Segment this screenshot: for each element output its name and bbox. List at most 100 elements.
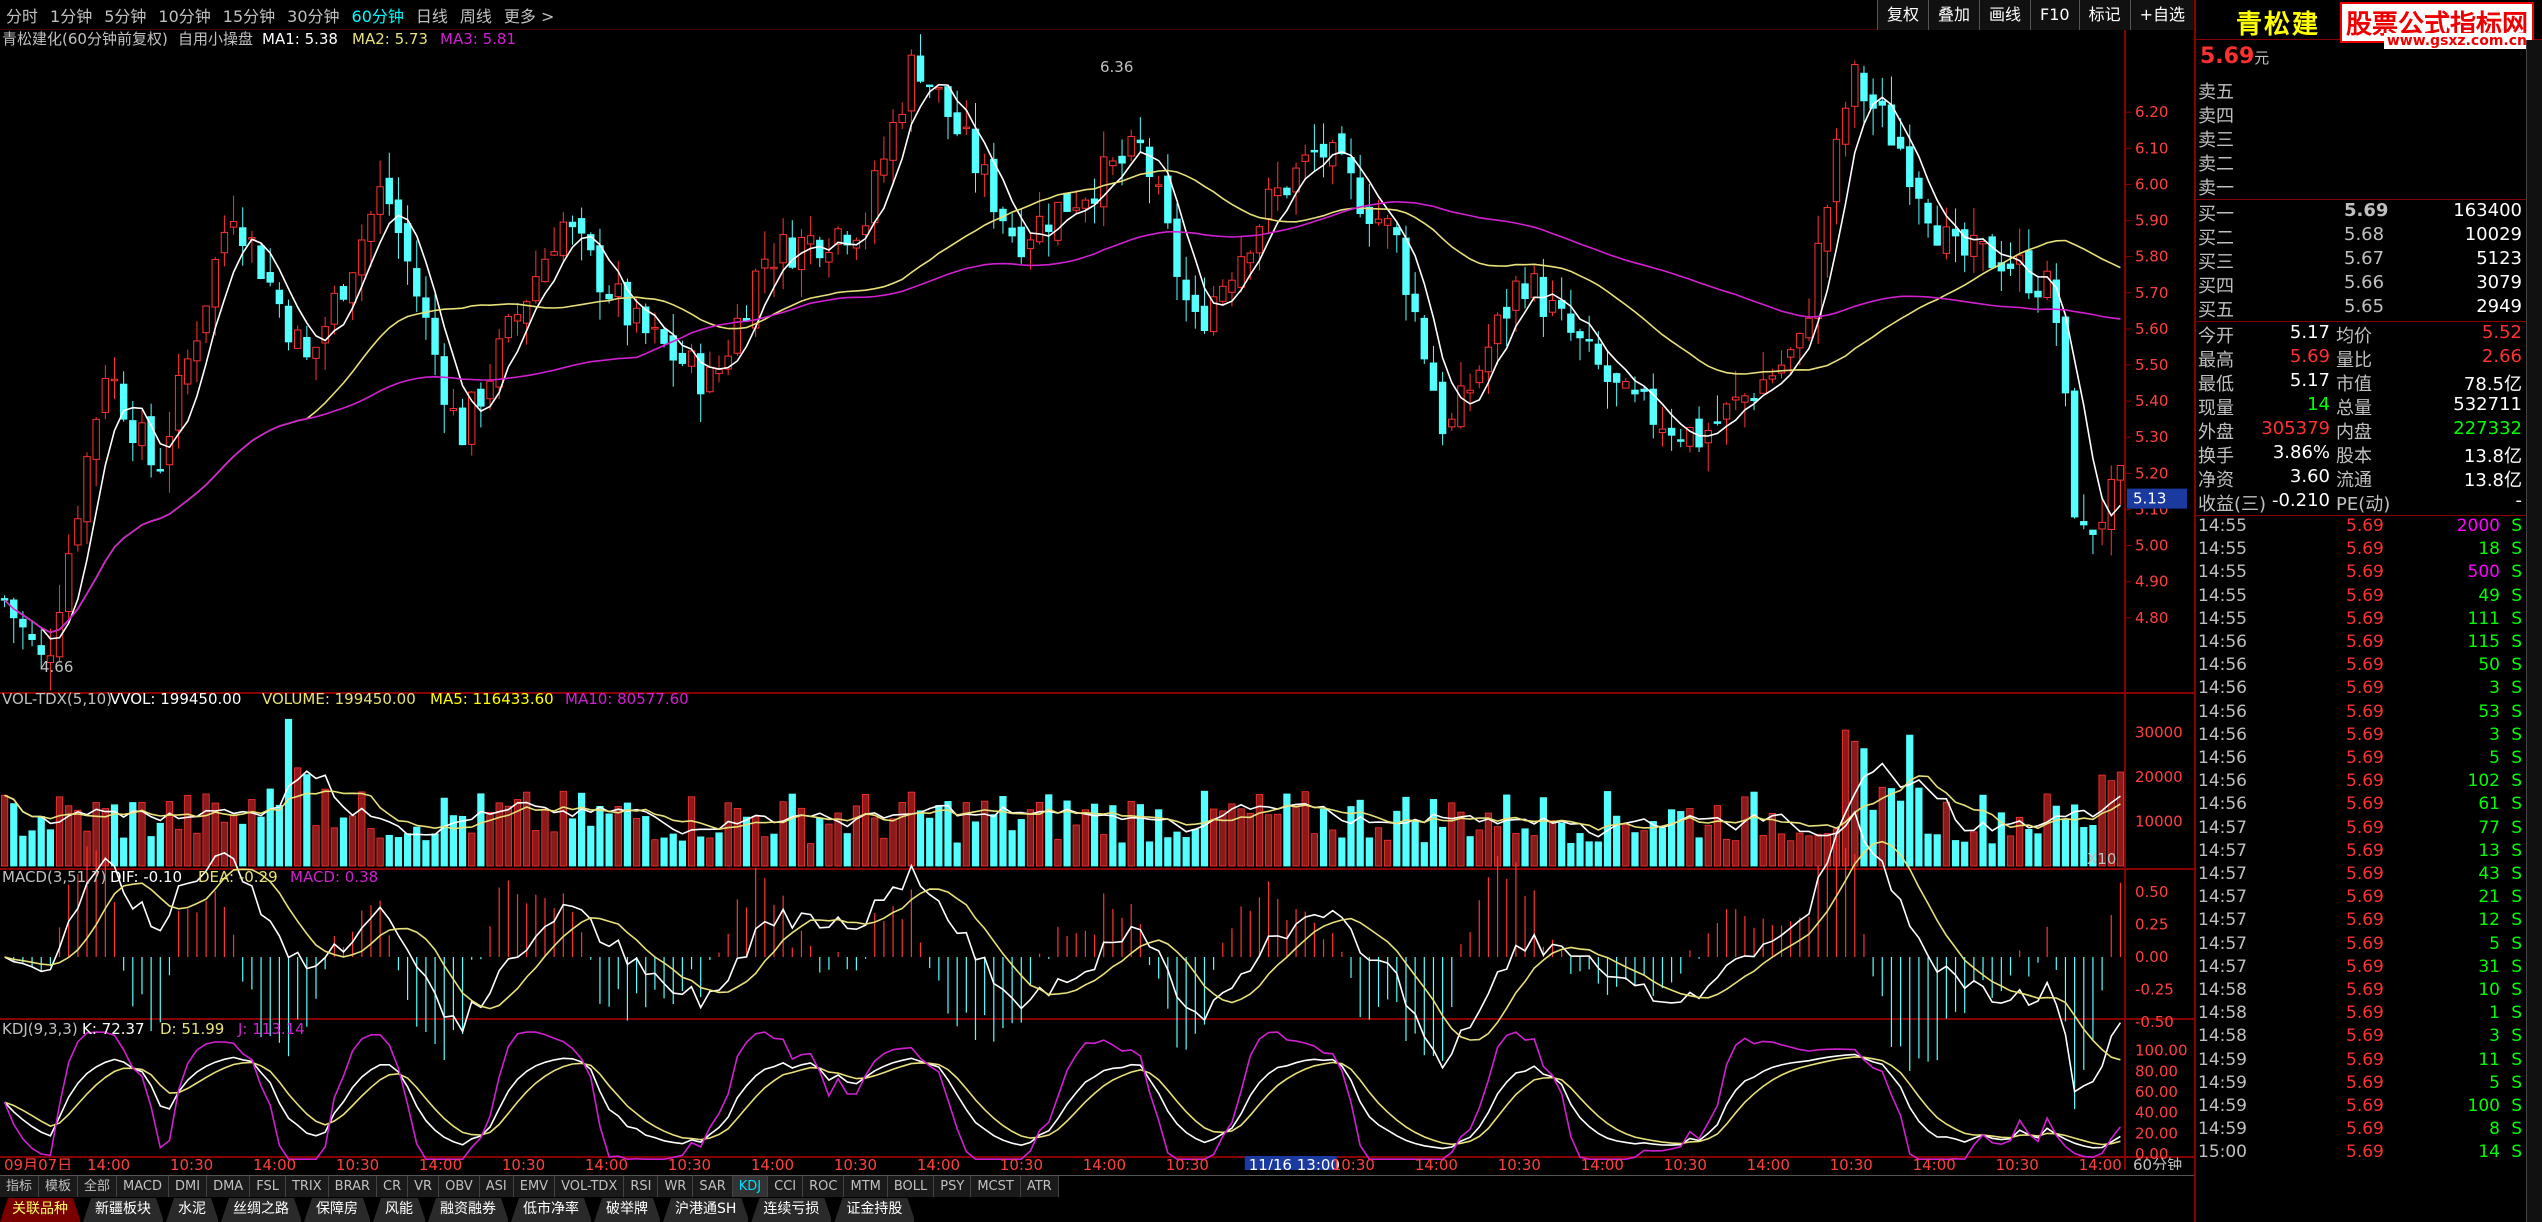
indicator-tab[interactable]: ROC	[803, 1176, 845, 1197]
period-tab[interactable]: 1分钟	[44, 3, 98, 27]
indicator-tab[interactable]: DMA	[207, 1176, 251, 1197]
indicator-tab[interactable]: FSL	[250, 1176, 286, 1197]
stat-value: 3.60	[2289, 466, 2330, 487]
tick-price: 5.69	[2346, 608, 2384, 629]
sector-tab[interactable]: 关联品种	[0, 1198, 81, 1222]
volume-bar	[1548, 820, 1557, 867]
volume-bar	[1979, 794, 1987, 867]
side-scrollbar[interactable]	[2526, 40, 2542, 1222]
tool-button[interactable]: F10	[2030, 0, 2079, 30]
indicator-tab[interactable]: SAR	[693, 1176, 733, 1197]
indicator-tab[interactable]: CR	[377, 1176, 409, 1197]
sector-tab[interactable]: 证金持股	[834, 1198, 915, 1222]
period-tab[interactable]: 15分钟	[217, 3, 281, 27]
high-price-label: 6.36	[1100, 58, 1133, 76]
candle-body	[1429, 362, 1438, 391]
period-tab[interactable]: 更多 >	[498, 3, 561, 27]
tool-button[interactable]: +自选	[2129, 0, 2194, 30]
candle-body	[1612, 373, 1621, 383]
tick-time: 14:57	[2198, 817, 2247, 838]
indicator-tab[interactable]: TRIX	[285, 1176, 329, 1197]
indicator-tab[interactable]: VOL-TDX	[555, 1176, 625, 1197]
indicator-tab[interactable]: OBV	[439, 1176, 480, 1197]
ask-row: 卖二	[2196, 150, 2526, 175]
indicator-tab[interactable]: MTM	[844, 1176, 888, 1197]
stat-value: 5.17	[2289, 370, 2330, 391]
main-title: 青松建化(60分钟前复权)	[2, 30, 168, 48]
indicator-tab[interactable]: ATR	[1020, 1176, 1059, 1197]
sector-tab[interactable]: 丝绸之路	[221, 1198, 302, 1222]
volume-bar	[1264, 814, 1273, 867]
kline-chart-svg[interactable]: 青松建化(60分钟前复权) 自用小操盘 MA1: 5.38 MA2: 5.73 MA3:…	[0, 30, 2194, 1170]
candle-body	[596, 245, 604, 293]
sector-tab[interactable]: 风能	[373, 1198, 426, 1222]
period-tab[interactable]: 10分钟	[152, 3, 216, 27]
tick-side: S	[2511, 817, 2522, 838]
period-tab[interactable]: 日线	[410, 3, 454, 27]
indicator-tab[interactable]: ASI	[479, 1176, 514, 1197]
indicator-tab[interactable]: BRAR	[328, 1176, 378, 1197]
sector-tab[interactable]: 保障房	[304, 1198, 371, 1222]
indicator-tab[interactable]: DMI	[169, 1176, 208, 1197]
candle-body	[220, 231, 229, 254]
sector-tab[interactable]: 低市净率	[511, 1198, 592, 1222]
candle-body	[284, 305, 293, 343]
candle-body	[889, 121, 897, 161]
volume-bar	[1219, 810, 1227, 867]
tick-time: 14:57	[2198, 864, 2247, 884]
volume-bar	[1026, 809, 1035, 867]
indicator-tab[interactable]: MCST	[971, 1176, 1021, 1197]
volume-bar	[623, 802, 632, 867]
period-tab[interactable]: 5分钟	[98, 3, 152, 27]
candle-body	[660, 329, 668, 344]
indicator-tab[interactable]: PSY	[934, 1176, 972, 1197]
volume-bar	[761, 836, 769, 867]
y-tick-label: 5.80	[2135, 248, 2168, 266]
indicator-tab[interactable]: 模板	[39, 1176, 79, 1197]
indicator-tab[interactable]: CCI	[768, 1176, 804, 1197]
period-tab[interactable]: 周线	[454, 3, 498, 27]
sector-tab[interactable]: 新疆板块	[83, 1198, 164, 1222]
sector-tab[interactable]: 沪港通SH	[663, 1198, 749, 1222]
indicator-tab[interactable]: 指标	[0, 1176, 40, 1197]
y-tick-label: 5.70	[2135, 284, 2168, 302]
period-tab[interactable]: 30分钟	[281, 3, 345, 27]
stat-label: 现量	[2198, 398, 2234, 419]
candle-body	[614, 283, 622, 298]
tick-side: S	[2511, 678, 2522, 699]
sector-tab[interactable]: 水泥	[166, 1198, 219, 1222]
indicator-tab[interactable]: WR	[658, 1176, 694, 1197]
indicator-tab[interactable]: VR	[408, 1176, 440, 1197]
indicator-tab[interactable]: MACD	[117, 1176, 170, 1197]
period-tab[interactable]: 分时	[0, 3, 44, 27]
volume-bar	[220, 821, 229, 867]
indicator-tab[interactable]: BOLL	[887, 1176, 935, 1197]
tool-button[interactable]: 标记	[2078, 0, 2130, 30]
volume-bar	[1393, 810, 1401, 867]
bid-volume: 5123	[2476, 248, 2522, 269]
tool-button[interactable]: 画线	[1978, 0, 2030, 30]
volume-bar	[1475, 829, 1483, 867]
volume-bar	[294, 767, 302, 867]
sector-tab[interactable]: 破举牌	[594, 1198, 661, 1222]
indicator-tab[interactable]: RSI	[624, 1176, 659, 1197]
sector-tab[interactable]: 融资融券	[428, 1198, 509, 1222]
bid-volume: 2949	[2476, 296, 2522, 317]
tool-button[interactable]: 复权	[1876, 0, 1928, 30]
ma3-label: MA3: 5.81	[440, 30, 516, 48]
indicator-tab[interactable]: 全部	[78, 1176, 118, 1197]
volume-bar	[1887, 788, 1896, 867]
period-tab[interactable]: 60分钟	[346, 3, 410, 27]
tick-time: 14:59	[2198, 1072, 2247, 1093]
bid-label: 买四	[2198, 276, 2234, 297]
tick-volume: 31	[2478, 956, 2500, 977]
bid-volume: 10029	[2464, 224, 2522, 245]
ask-row: 卖四	[2196, 102, 2526, 127]
tool-button[interactable]: 叠加	[1927, 0, 1979, 30]
indicator-tab[interactable]: KDJ	[732, 1176, 769, 1197]
indicator-tab[interactable]: EMV	[513, 1176, 556, 1197]
volume-bar	[1951, 840, 1960, 867]
kline-chart-area[interactable]: 青松建化(60分钟前复权) 自用小操盘 MA1: 5.38 MA2: 5.73 MA3:…	[0, 30, 2194, 1170]
tick-row: 15:00 5.69 14 S	[2196, 1142, 2526, 1165]
sector-tab[interactable]: 连续亏损	[751, 1198, 832, 1222]
